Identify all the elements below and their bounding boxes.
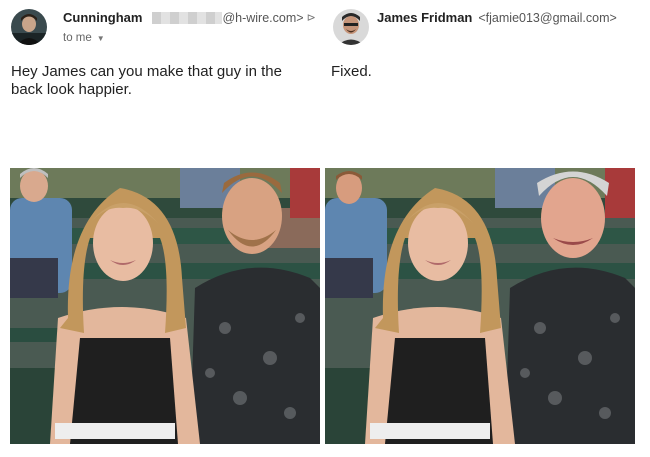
recipient-dropdown[interactable]: to me ▼ — [63, 32, 105, 44]
reply-arrow-icon[interactable]: ⊳ — [307, 11, 316, 24]
recipient-label: to me — [63, 32, 92, 44]
email-reply: James Fridman <fjamie013@gmail.com> Fixe… — [325, 0, 650, 457]
sender-email: @h-wire.com> — [222, 10, 304, 25]
email-body: Fixed. — [331, 63, 372, 80]
original-photo — [10, 168, 320, 444]
sender-name[interactable]: James Fridman — [377, 10, 472, 25]
redacted-email-block — [152, 11, 223, 24]
sender-avatar[interactable] — [333, 9, 369, 45]
email-body: Hey James can you make that guy in the b… — [11, 63, 282, 98]
edited-photo — [325, 168, 635, 444]
sender-avatar[interactable] — [11, 9, 47, 45]
sender-email: <fjamie013@gmail.com> — [478, 10, 617, 25]
chevron-down-icon: ▼ — [96, 33, 105, 43]
email-request: Cunningham @h-wire.com> ⊳ to me ▼ Hey Ja… — [0, 0, 325, 457]
sender-name[interactable]: Cunningham — [63, 10, 142, 25]
